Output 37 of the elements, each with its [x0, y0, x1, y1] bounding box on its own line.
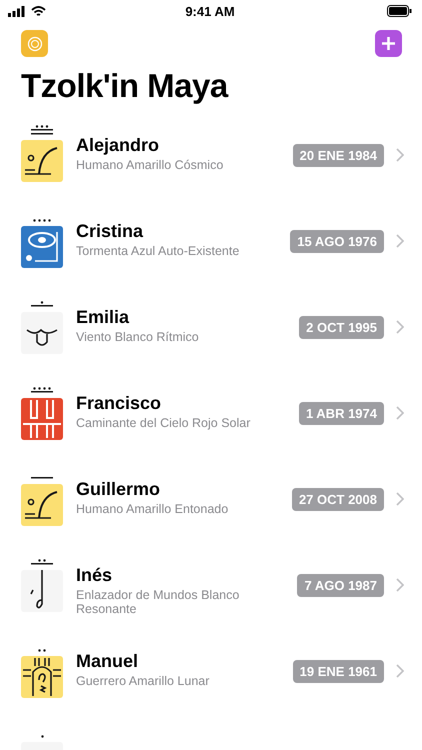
person-name: Francisco — [76, 393, 162, 414]
page-title: Tzolk'in Maya — [21, 67, 230, 105]
status-time: 9:41 AM — [185, 4, 235, 18]
plus-icon — [381, 36, 396, 51]
person-name: Inés — [76, 565, 114, 586]
date-badge: 27 OCT 2008 — [292, 488, 384, 511]
battery-icon — [387, 5, 412, 17]
person-name: Guillermo — [76, 479, 162, 500]
date-badge: 7 AGO 1987 — [297, 574, 384, 597]
date-badge: 1 ABR 1974 — [298, 402, 384, 425]
chevron-icon[interactable] — [396, 234, 404, 248]
calendar-wheel-button[interactable] — [21, 30, 48, 57]
chevron-icon[interactable] — [396, 578, 404, 592]
date-badge: 19 ENE 1961 — [292, 660, 384, 683]
sign-name: Guerrero Amarillo Lunar — [76, 675, 210, 689]
sign-name: Tormenta Azul Auto-Existente — [76, 245, 240, 259]
sign-name: Humano Amarillo Entonado — [76, 503, 230, 517]
date-badge: 15 AGO 1976 — [290, 230, 384, 253]
wifi-icon — [31, 6, 46, 16]
wheel-icon — [26, 36, 42, 52]
chevron-icon[interactable] — [396, 664, 404, 678]
chevron-icon[interactable] — [396, 148, 404, 162]
date-badge: 2 OCT 1995 — [299, 316, 384, 339]
person-name: Cristina — [76, 221, 144, 242]
person-name: Alejandro — [76, 135, 160, 156]
date-badge: 20 ENE 1984 — [292, 144, 384, 167]
add-button[interactable] — [375, 30, 402, 57]
person-name: Emilia — [76, 307, 130, 328]
sign-name: Viento Blanco Rítmico — [76, 331, 200, 345]
chevron-icon[interactable] — [396, 492, 404, 506]
person-name: Manuel — [76, 651, 140, 672]
signal-icon — [8, 6, 25, 16]
sign-name: Caminante del Cielo Rojo Solar — [76, 417, 252, 431]
chevron-icon[interactable] — [396, 406, 404, 420]
sign-name: Humano Amarillo Cósmico — [76, 159, 224, 173]
chevron-icon[interactable] — [396, 320, 404, 334]
sign-name: Enlazador de Mundos Blanco Resonante — [76, 589, 240, 616]
